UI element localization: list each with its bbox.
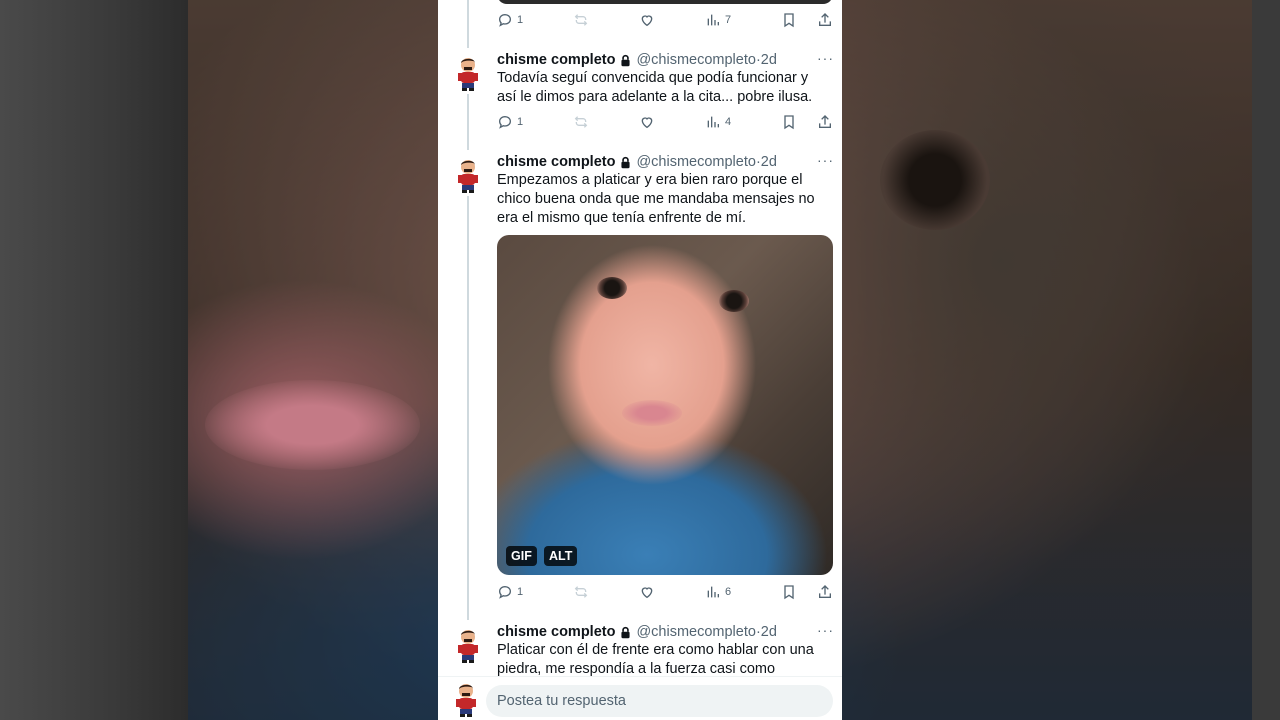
avatar-character-icon: [458, 58, 478, 91]
tweet-text: Empezamos a platicar y era bien raro por…: [497, 172, 815, 226]
reply-input[interactable]: Postea tu respuesta: [486, 685, 833, 717]
share-button[interactable]: [817, 114, 833, 130]
reply-icon: [498, 13, 512, 27]
thread-line: [467, 0, 469, 48]
tweet-actions: 1 6: [497, 582, 833, 602]
alt-badge[interactable]: ALT: [544, 546, 578, 566]
reply-button[interactable]: 1: [497, 584, 523, 600]
lock-icon: [621, 626, 631, 638]
retweet-icon: [574, 14, 588, 26]
lock-icon: [621, 54, 631, 66]
avatar[interactable]: [452, 628, 484, 664]
bookmark-icon: [784, 13, 794, 28]
tweet-actions: 1 7: [497, 10, 833, 30]
display-name[interactable]: chisme completo: [497, 624, 615, 640]
reply-button[interactable]: 1: [497, 12, 523, 28]
thread-line: [467, 196, 469, 620]
avatar[interactable]: [452, 158, 484, 194]
thread-line: [467, 94, 469, 150]
avatar[interactable]: [452, 56, 484, 92]
views-button[interactable]: 6: [705, 584, 731, 600]
retweet-button[interactable]: [573, 12, 589, 28]
tweet-text: Platicar con él de frente era como habla…: [497, 642, 814, 677]
like-icon: [641, 587, 653, 599]
like-icon: [641, 15, 653, 27]
bookmark-button[interactable]: [781, 114, 797, 130]
views-button[interactable]: 7: [705, 12, 731, 28]
lock-icon: [621, 156, 631, 168]
timestamp[interactable]: 2d: [761, 154, 777, 170]
bookmark-button[interactable]: [781, 584, 797, 600]
share-icon: [819, 585, 831, 598]
tweet-thread-panel[interactable]: 1 7 chisme completo @chismecompleto · 2d…: [438, 0, 842, 720]
reply-count: 1: [517, 14, 524, 26]
background-lip: [205, 380, 420, 470]
views-icon: [707, 116, 719, 128]
tweet-gif[interactable]: GIF ALT: [497, 235, 833, 575]
avatar-character-icon: [458, 160, 478, 193]
display-name[interactable]: chisme completo: [497, 52, 615, 68]
background-right-panel: [1252, 0, 1280, 720]
reply-count: 1: [517, 586, 524, 598]
bookmark-button[interactable]: [781, 12, 797, 28]
reply-button[interactable]: 1: [497, 114, 523, 130]
retweet-button[interactable]: [573, 114, 589, 130]
tweet-actions-right: [781, 114, 833, 130]
retweet-button[interactable]: [573, 584, 589, 600]
reply-icon: [498, 585, 512, 599]
reply-bar: Postea tu respuesta: [438, 676, 842, 720]
more-icon[interactable]: ···: [817, 50, 834, 66]
timestamp[interactable]: 2d: [761, 624, 777, 640]
reply-icon: [498, 115, 512, 129]
timestamp[interactable]: 2d: [761, 52, 777, 68]
views-count: 6: [724, 586, 732, 598]
views-icon: [707, 14, 719, 26]
more-icon[interactable]: ···: [817, 622, 834, 638]
like-button[interactable]: [639, 584, 655, 600]
tweet-header: chisme completo @chismecompleto · 2d: [497, 622, 833, 642]
views-count: 4: [724, 116, 732, 128]
avatar-character-icon: [456, 684, 476, 717]
gif-badge: GIF: [506, 546, 537, 566]
background-eye: [880, 130, 990, 230]
share-icon: [819, 13, 831, 26]
retweet-icon: [574, 116, 588, 128]
tweet-header: chisme completo @chismecompleto · 2d: [497, 152, 833, 172]
user-handle[interactable]: @chismecompleto: [636, 624, 755, 640]
display-name[interactable]: chisme completo: [497, 154, 615, 170]
retweet-icon: [574, 586, 588, 598]
reply-count: 1: [517, 116, 524, 128]
share-button[interactable]: [817, 12, 833, 28]
views-button[interactable]: 4: [705, 114, 731, 130]
user-handle[interactable]: @chismecompleto: [636, 52, 755, 68]
tweet-text: Todavía seguí convencida que podía funci…: [497, 70, 813, 105]
like-button[interactable]: [639, 12, 655, 28]
gif-mouth: [622, 400, 682, 426]
more-icon[interactable]: ···: [817, 152, 834, 168]
gif-eye: [719, 290, 749, 312]
gif-eye: [597, 277, 627, 299]
user-handle[interactable]: @chismecompleto: [636, 154, 755, 170]
tweet-actions-right: [781, 12, 833, 28]
like-button[interactable]: [639, 114, 655, 130]
bookmark-icon: [784, 585, 794, 600]
bookmark-icon: [784, 115, 794, 130]
tweet-actions-right: [781, 584, 833, 600]
my-avatar[interactable]: [450, 682, 482, 718]
views-count: 7: [724, 14, 732, 26]
share-icon: [819, 115, 831, 128]
like-icon: [641, 117, 653, 129]
avatar-character-icon: [458, 630, 478, 663]
share-button[interactable]: [817, 584, 833, 600]
background-left-panel: [0, 0, 188, 720]
views-icon: [707, 586, 719, 598]
reply-placeholder: Postea tu respuesta: [497, 693, 626, 709]
tweet-actions: 1 4: [497, 112, 833, 132]
previous-tweet-media[interactable]: [497, 0, 833, 4]
tweet-header: chisme completo @chismecompleto · 2d: [497, 50, 833, 70]
